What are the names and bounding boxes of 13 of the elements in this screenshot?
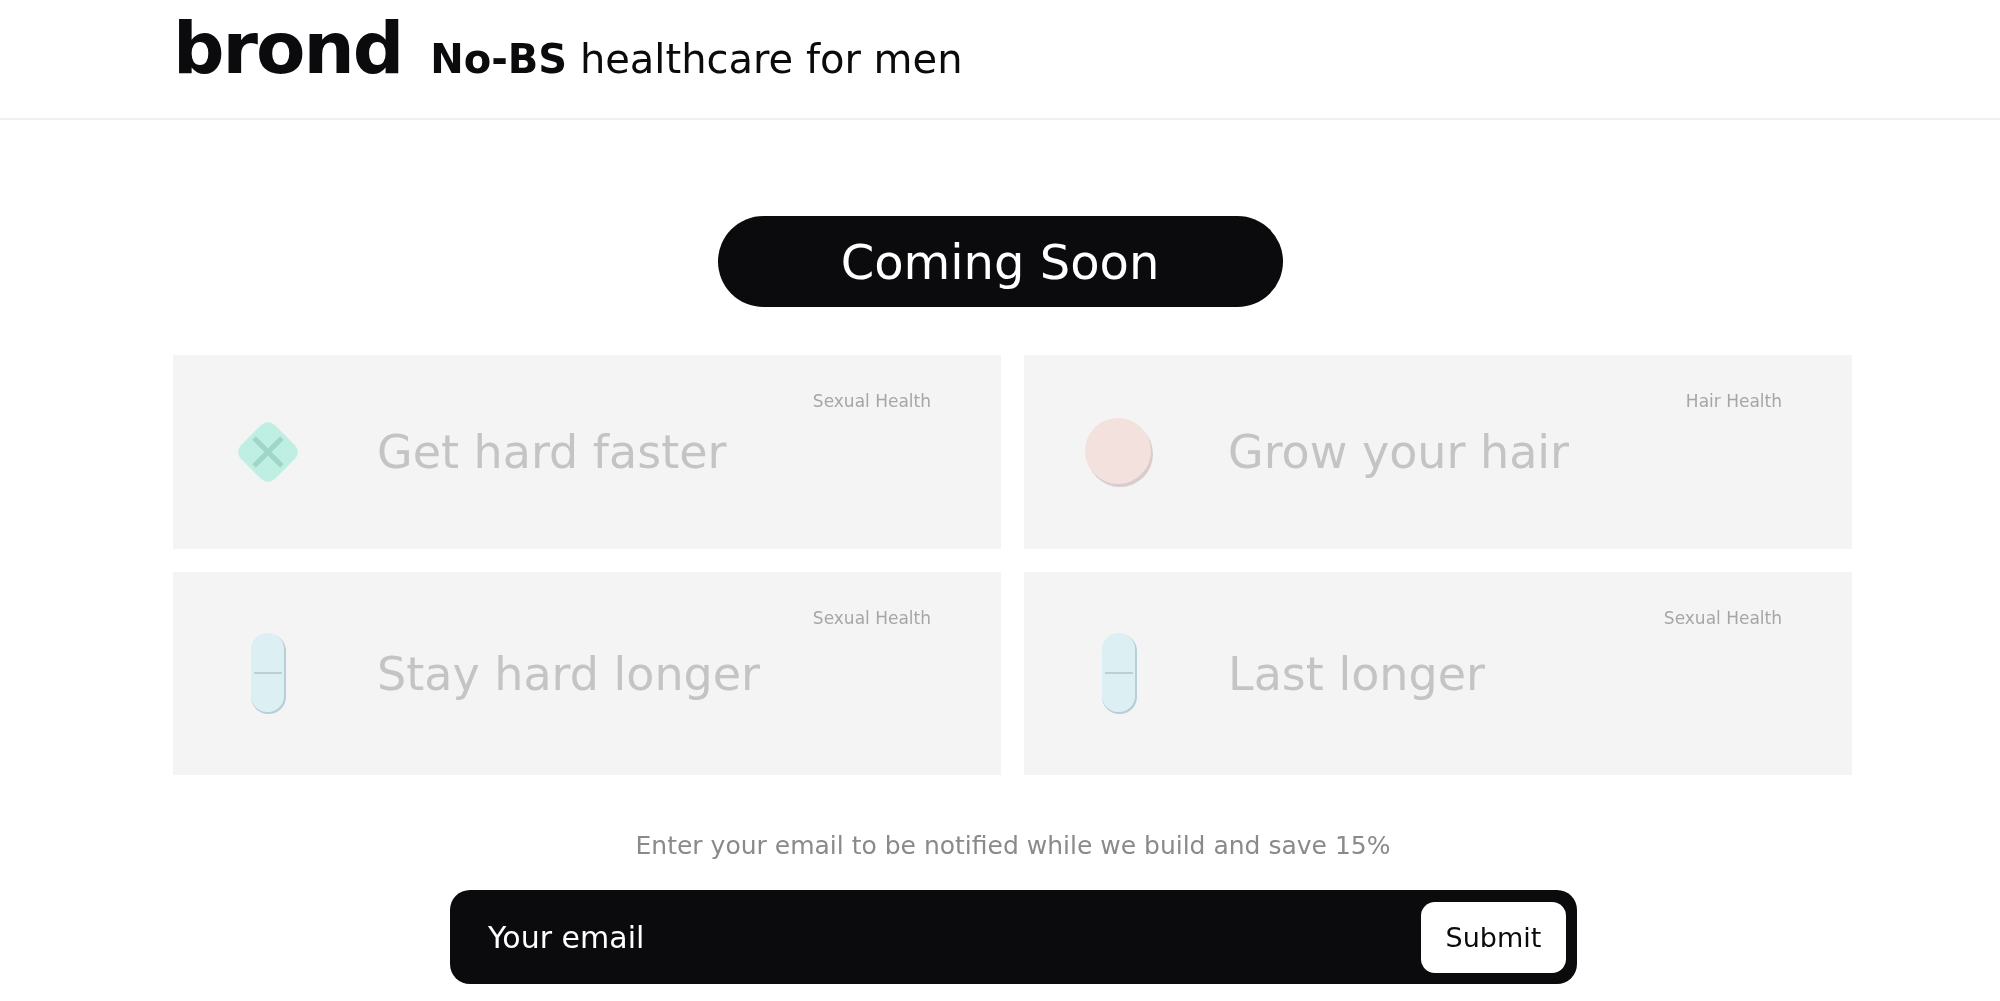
category-label: Sexual Health [812, 608, 931, 628]
logo[interactable]: brond [173, 6, 403, 90]
category-label: Hair Health [1685, 391, 1782, 411]
category-label: Sexual Health [1663, 608, 1782, 628]
coming-soon-banner: Coming Soon [717, 216, 1283, 307]
capsule-icon [248, 631, 288, 716]
tagline: No-BS healthcare for men [430, 36, 963, 82]
submit-button[interactable]: Submit [1421, 901, 1566, 973]
email-field[interactable]: Your email Submit [450, 890, 1577, 984]
capsule-icon [1099, 631, 1139, 716]
category-label: Sexual Health [812, 391, 931, 411]
signup-prompt: Enter your email to be notified while we build and save 15% [634, 831, 1392, 860]
round-tablet-icon [1083, 416, 1155, 488]
